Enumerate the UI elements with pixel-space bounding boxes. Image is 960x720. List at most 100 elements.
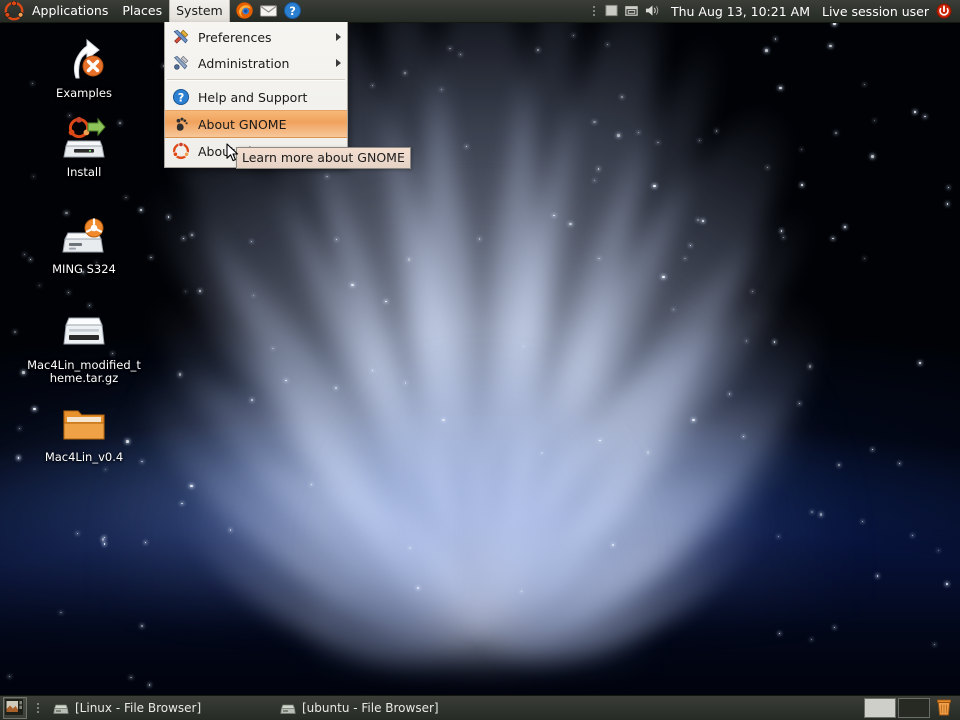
wallpaper-star	[715, 129, 718, 132]
wallpaper-star	[662, 275, 665, 279]
desktop-icon-ming-s324[interactable]: MING S324	[24, 212, 144, 276]
desktop-icon-examples[interactable]: Examples	[24, 36, 144, 100]
bottom-panel: [Linux - File Browser] [ubuntu - File Bro…	[0, 695, 960, 720]
wallpaper-star	[779, 633, 781, 635]
desktop-icon-mac4lin-modified-theme-tar-gz[interactable]: Mac4Lin_modified_theme.tar.gz	[24, 308, 144, 385]
help-icon[interactable]: ?	[283, 1, 303, 21]
wallpaper-star	[863, 257, 865, 259]
mouse-cursor	[226, 143, 240, 167]
wallpaper-star	[871, 155, 874, 158]
wallpaper-star	[819, 513, 823, 516]
desktop-icon-label: MING S324	[52, 262, 116, 276]
tasklist-drag-handle-icon[interactable]	[34, 700, 41, 716]
window-switch-icon[interactable]	[624, 3, 640, 19]
wallpaper-star	[765, 49, 768, 52]
desktop-icon-mac4lin-v0-4[interactable]: Mac4Lin_v0.4	[24, 400, 144, 464]
workspace-1[interactable]	[864, 698, 896, 718]
wallpaper-star	[924, 115, 926, 118]
wallpaper-star	[522, 345, 524, 347]
wallpaper-star	[808, 365, 812, 368]
wallpaper-star	[310, 483, 312, 485]
wallpaper-star	[14, 331, 16, 333]
applications-menu[interactable]: Applications	[25, 0, 115, 22]
file-browser-icon	[53, 700, 69, 716]
ubuntu-logo-icon	[172, 141, 190, 160]
desktop-icon-label: Examples	[56, 86, 112, 100]
wallpaper-star	[191, 234, 193, 237]
desktop-icon-label: Mac4Lin_v0.4	[44, 450, 124, 464]
administration-icon	[172, 54, 190, 72]
workspace-switcher[interactable]	[864, 698, 930, 718]
mail-icon[interactable]	[259, 1, 279, 21]
menu-separator	[167, 79, 345, 81]
task-button-label: [ubuntu - File Browser]	[302, 701, 439, 715]
tooltip: Learn more about GNOME	[236, 147, 411, 169]
wallpaper-star	[811, 511, 813, 513]
chevron-right-icon	[336, 59, 341, 67]
wallpaper-star	[404, 72, 406, 74]
wallpaper-star	[89, 304, 91, 306]
gnome-foot-icon	[172, 115, 190, 133]
wallpaper-star	[919, 362, 921, 364]
wallpaper-star	[38, 284, 40, 286]
wallpaper-star	[19, 427, 21, 429]
places-menu[interactable]: Places	[115, 0, 169, 22]
task-button[interactable]: [Linux - File Browser]	[45, 697, 266, 719]
top-panel: Applications Places System ? Thu Aug 13,…	[0, 0, 960, 23]
menu-item-label: Administration	[198, 55, 290, 71]
wallpaper-star	[692, 418, 695, 422]
archive-icon	[60, 308, 108, 356]
svg-text:?: ?	[289, 4, 296, 18]
wallpaper-star	[150, 256, 152, 259]
svg-text:?: ?	[178, 91, 185, 104]
wallpaper-star	[599, 439, 601, 442]
menu-item-administration[interactable]: Administration	[165, 50, 347, 76]
help-circle-icon: ?	[172, 88, 190, 106]
wallpaper-star	[190, 484, 193, 488]
wallpaper-star	[844, 225, 846, 228]
menu-item-help-and-support[interactable]: ? Help and Support	[165, 84, 347, 110]
workspace-2[interactable]	[898, 698, 930, 718]
wallpaper-star	[898, 463, 900, 465]
wallpaper-star	[129, 676, 132, 679]
wallpaper-star	[912, 535, 914, 537]
desktop-icon-install[interactable]: Install	[24, 115, 144, 179]
wallpaper-star	[871, 449, 873, 451]
hard-drive-icon	[60, 212, 108, 260]
menu-item-label: Preferences	[198, 29, 272, 45]
ubuntu-logo-icon[interactable]	[4, 0, 24, 21]
wallpaper-star	[798, 402, 800, 404]
wallpaper-star	[800, 149, 802, 151]
wallpaper-star	[829, 44, 832, 48]
trash-icon[interactable]	[934, 698, 956, 718]
drag-handle-icon[interactable]	[591, 3, 598, 19]
task-button[interactable]: [ubuntu - File Browser]	[272, 697, 447, 719]
volume-icon[interactable]	[644, 3, 662, 19]
menu-item-preferences[interactable]: Preferences	[165, 24, 347, 50]
chevron-right-icon	[336, 33, 341, 41]
menu-item-about-gnome[interactable]: About GNOME	[165, 110, 347, 138]
menu-item-label: Help and Support	[198, 89, 308, 105]
preferences-icon	[172, 28, 190, 46]
wallpaper-star	[76, 532, 78, 534]
wallpaper-star	[779, 86, 782, 90]
wallpaper-star	[653, 184, 656, 188]
wallpaper-star	[409, 546, 411, 549]
wallpaper-star	[611, 544, 614, 546]
desktop-wallpaper[interactable]	[0, 0, 960, 720]
window-task-list: [Linux - File Browser] [ubuntu - File Bro…	[45, 696, 864, 720]
wallpaper-star	[946, 583, 949, 585]
firefox-icon[interactable]	[235, 1, 255, 21]
menu-item-label: About GNOME	[198, 116, 287, 132]
keyboard-indicator-icon[interactable]	[604, 3, 620, 19]
panel-right-area: Thu Aug 13, 10:21 AM Live session user	[587, 3, 960, 20]
task-button-label: [Linux - File Browser]	[75, 701, 202, 715]
cd-drive-install-icon	[60, 115, 108, 163]
wallpaper-star	[937, 550, 939, 552]
show-desktop-icon[interactable]	[3, 697, 27, 719]
system-menu-button[interactable]: System	[169, 0, 230, 22]
session-user-label[interactable]: Live session user	[817, 4, 934, 19]
clock[interactable]: Thu Aug 13, 10:21 AM	[664, 4, 817, 19]
power-button-icon[interactable]	[936, 3, 953, 20]
wallpaper-star	[144, 542, 146, 544]
